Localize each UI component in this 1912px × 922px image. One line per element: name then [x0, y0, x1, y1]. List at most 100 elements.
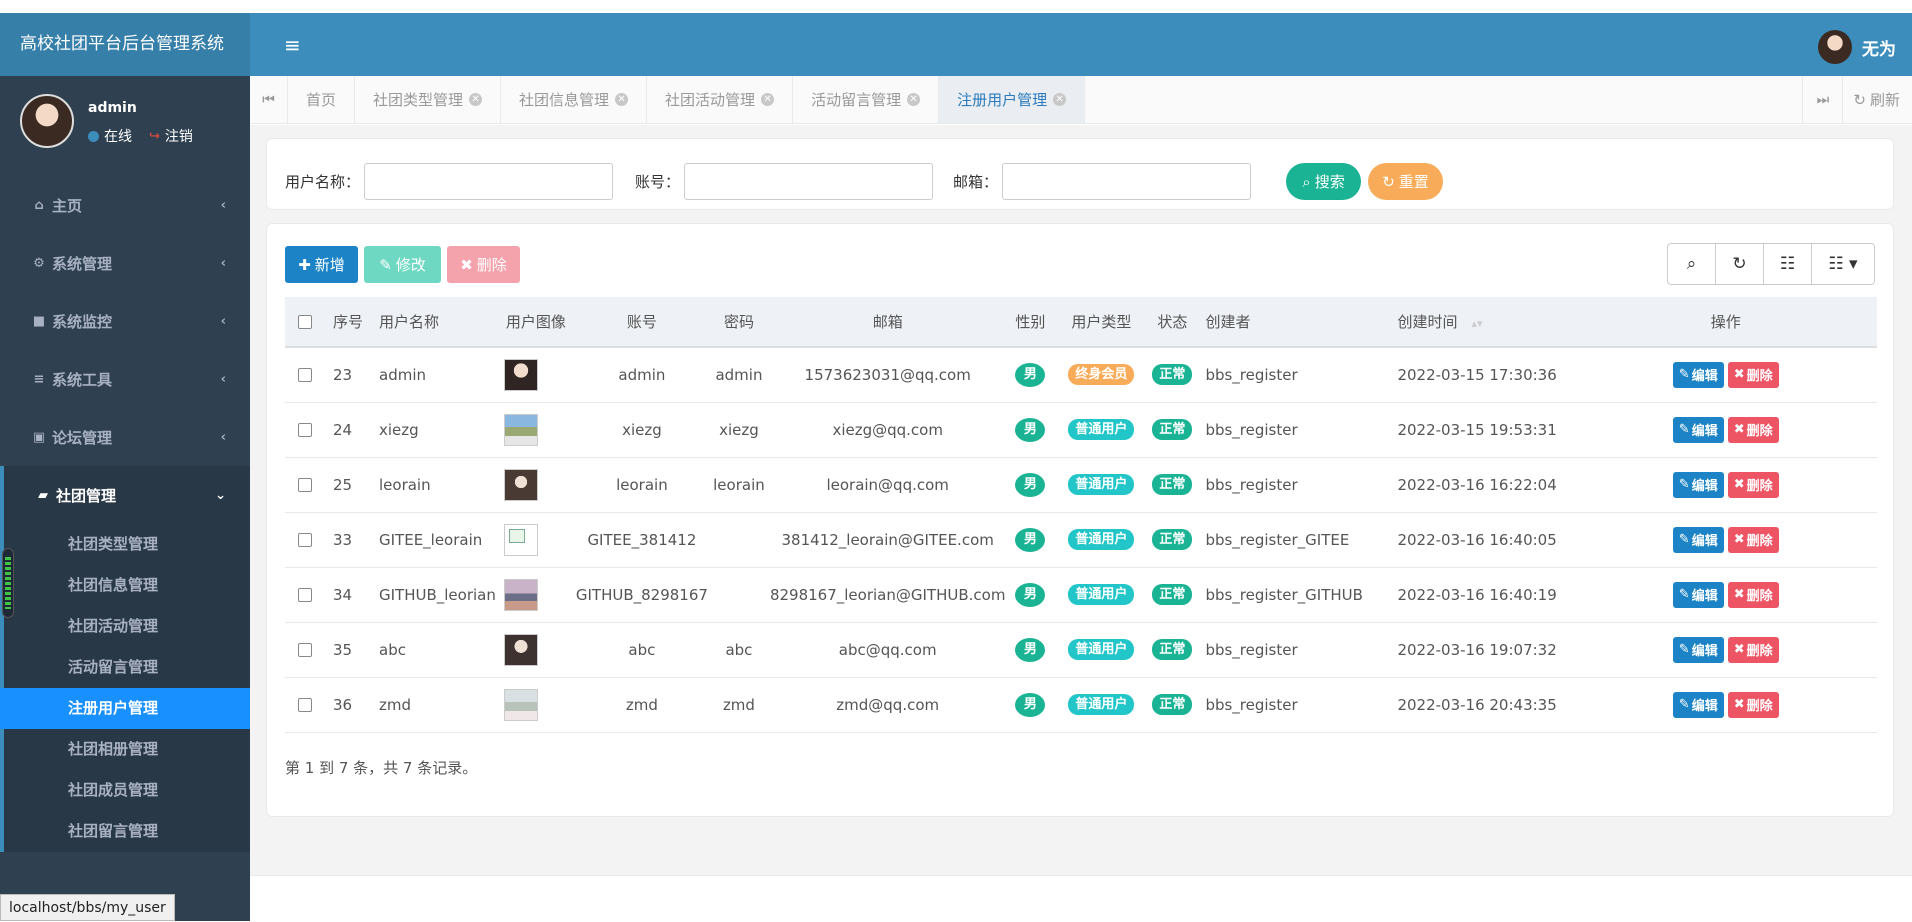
row-edit-button[interactable]: ✎ 编辑: [1672, 526, 1724, 553]
sidebar-subitem-activity-message[interactable]: 活动留言管理: [4, 647, 250, 688]
reset-button[interactable]: ↻ 重置: [1368, 163, 1443, 200]
col-header-status[interactable]: 状态: [1147, 297, 1197, 347]
sign-out-icon[interactable]: ↪: [149, 129, 160, 144]
row-checkbox[interactable]: [298, 698, 312, 712]
search-toggle-icon[interactable]: ⌕: [1668, 244, 1716, 284]
col-header-sex[interactable]: 性别: [1005, 297, 1055, 347]
col-header-user-type[interactable]: 用户类型: [1055, 297, 1147, 347]
user-avatar-thumbnail[interactable]: [503, 633, 538, 666]
sidebar-subitem-club-album[interactable]: 社团相册管理: [4, 729, 250, 770]
account-input[interactable]: [684, 163, 934, 200]
sidebar-subitem-club-type[interactable]: 社团类型管理: [4, 524, 250, 565]
avatar[interactable]: [20, 94, 74, 148]
sidebar-subitem-club-message[interactable]: 社团留言管理: [4, 811, 250, 852]
row-delete-button[interactable]: ✖ 删除: [1727, 471, 1779, 498]
row-checkbox[interactable]: [298, 423, 312, 437]
row-checkbox[interactable]: [298, 368, 312, 383]
row-delete-button[interactable]: ✖ 删除: [1727, 636, 1779, 663]
broken-image-icon[interactable]: [503, 523, 538, 556]
tab-club-activity[interactable]: 社团活动管理 ✕: [647, 76, 794, 123]
row-checkbox[interactable]: [298, 643, 312, 657]
row-delete-button[interactable]: ✖ 删除: [1727, 691, 1779, 718]
row-edit-button[interactable]: ✎ 编辑: [1672, 636, 1724, 663]
row-delete-button[interactable]: ✖ 删除: [1727, 416, 1779, 443]
col-header-email[interactable]: 邮箱: [770, 297, 1005, 347]
sidebar-item-forum[interactable]: ▣ 论坛管理 ‹: [0, 408, 250, 466]
table-row[interactable]: 35 abc abc abc abc@qq.com 男 普通用户 正常 bbs_…: [285, 622, 1877, 677]
close-icon[interactable]: ✕: [1053, 93, 1067, 106]
col-header-account[interactable]: 账号: [576, 297, 708, 347]
close-icon[interactable]: ✕: [907, 93, 921, 106]
logout-link[interactable]: 注销: [165, 126, 193, 146]
table-row[interactable]: 25 leorain leorain leorain leorain@qq.co…: [285, 457, 1877, 512]
scroll-indicator[interactable]: [2, 548, 14, 618]
col-header-ops: 操作: [1710, 313, 1741, 331]
add-button[interactable]: ✚ 新增: [285, 246, 358, 283]
row-delete-button[interactable]: ✖ 删除: [1727, 361, 1779, 388]
toggle-view-icon[interactable]: ☷: [1764, 244, 1812, 284]
plus-icon: ✚: [298, 255, 311, 274]
sidebar-item-tools[interactable]: ≡ 系统工具 ‹: [0, 350, 250, 408]
col-header-avatar[interactable]: 用户图像: [496, 297, 576, 347]
col-header-id[interactable]: 序号: [325, 297, 371, 347]
username-input[interactable]: [364, 163, 614, 200]
row-edit-button[interactable]: ✎ 编辑: [1672, 416, 1724, 443]
sidebar-item-monitor[interactable]: ■ 系统监控 ‹: [0, 292, 250, 350]
sidebar-subitem-club-info[interactable]: 社团信息管理: [4, 565, 250, 606]
tab-activity-message[interactable]: 活动留言管理 ✕: [793, 76, 940, 123]
row-delete-button[interactable]: ✖ 删除: [1727, 526, 1779, 553]
sidebar-subitem-club-members[interactable]: 社团成员管理: [4, 770, 250, 811]
row-edit-button[interactable]: ✎ 编辑: [1672, 691, 1724, 718]
tab-club-info[interactable]: 社团信息管理 ✕: [501, 76, 648, 123]
header-avatar[interactable]: [1818, 30, 1852, 64]
user-avatar-thumbnail[interactable]: [503, 413, 538, 446]
col-header-creator[interactable]: 创建者: [1197, 297, 1389, 347]
row-checkbox[interactable]: [298, 533, 312, 547]
sidebar-subitem-club-activity[interactable]: 社团活动管理: [4, 606, 250, 647]
refresh-button[interactable]: ↻ 刷新: [1842, 76, 1912, 123]
tab-scroll-right-icon[interactable]: ⏭: [1802, 76, 1842, 123]
sidebar-item-system[interactable]: ⚙ 系统管理 ‹: [0, 234, 250, 292]
header-user-name[interactable]: 无为: [1862, 35, 1896, 60]
sidebar-subitem-registered-users[interactable]: 注册用户管理: [0, 688, 250, 729]
sidebar-item-home[interactable]: ⌂ 主页 ‹: [0, 176, 250, 234]
row-checkbox[interactable]: [298, 588, 312, 602]
table-row[interactable]: 24 xiezg xiezg xiezg xiezg@qq.com 男 普通用户…: [285, 402, 1877, 457]
refresh-icon[interactable]: ↻: [1716, 244, 1764, 284]
close-icon[interactable]: ✕: [469, 93, 483, 106]
tab-home[interactable]: 首页: [288, 76, 356, 123]
close-icon[interactable]: ✕: [615, 93, 629, 106]
table-row[interactable]: 23 admin admin admin 1573623031@qq.com 男…: [285, 347, 1877, 402]
columns-icon[interactable]: ☷ ▾: [1812, 244, 1874, 284]
user-status: 在线 ↪ 注销: [88, 126, 193, 146]
menu-toggle-icon[interactable]: ≡: [284, 33, 301, 57]
email-input[interactable]: [1002, 163, 1252, 200]
row-edit-button[interactable]: ✎ 编辑: [1672, 581, 1724, 608]
row-checkbox[interactable]: [298, 478, 312, 492]
sidebar-item-club[interactable]: ▰ 社团管理 ⌄: [4, 466, 250, 524]
col-header-created[interactable]: 创建时间 ▴▾: [1389, 297, 1574, 347]
table-row[interactable]: 33 GITEE_leorain GITEE_381412 381412_leo…: [285, 512, 1877, 567]
user-avatar-thumbnail[interactable]: [503, 688, 538, 721]
tab-club-type[interactable]: 社团类型管理 ✕: [355, 76, 502, 123]
col-header-name[interactable]: 用户名称: [371, 297, 496, 347]
close-icon[interactable]: ✕: [761, 93, 775, 106]
tab-scroll-left-icon[interactable]: ⏮: [250, 76, 288, 123]
username-label: 用户名称：: [285, 173, 361, 191]
table-row[interactable]: 36 zmd zmd zmd zmd@qq.com 男 普通用户 正常 bbs_…: [285, 677, 1877, 732]
row-edit-button[interactable]: ✎ 编辑: [1672, 471, 1724, 498]
col-header-password[interactable]: 密码: [708, 297, 770, 347]
user-avatar-thumbnail[interactable]: [503, 468, 538, 501]
select-all-checkbox[interactable]: [298, 315, 312, 329]
header-user[interactable]: 无为: [1818, 30, 1896, 64]
row-delete-button[interactable]: ✖ 删除: [1727, 581, 1779, 608]
sort-icon[interactable]: ▴▾: [1471, 317, 1482, 330]
search-button[interactable]: ⌕ 搜索: [1286, 163, 1361, 200]
edit-button[interactable]: ✎ 修改: [364, 246, 441, 283]
row-edit-button[interactable]: ✎ 编辑: [1672, 361, 1724, 388]
tab-registered-users[interactable]: 注册用户管理 ✕: [939, 76, 1086, 123]
delete-button[interactable]: ✖ 删除: [447, 246, 520, 283]
user-avatar-thumbnail[interactable]: [503, 358, 538, 391]
table-row[interactable]: 34 GITHUB_leorian GITHUB_8298167 8298167…: [285, 567, 1877, 622]
user-avatar-thumbnail[interactable]: [503, 578, 538, 611]
